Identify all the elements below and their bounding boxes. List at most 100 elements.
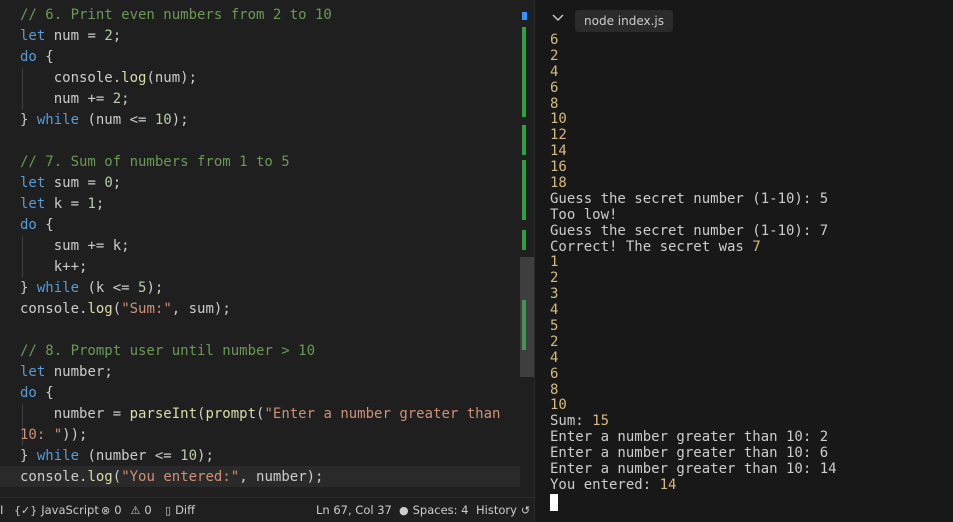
- chevron-down-icon[interactable]: [550, 12, 566, 24]
- code-token: ;: [112, 175, 122, 191]
- code-token: (num);: [146, 70, 198, 86]
- code-token: sum: [45, 175, 88, 191]
- code-token: do: [20, 385, 37, 401]
- code-lines[interactable]: // 6. Print even numbers from 2 to 10 let…: [20, 5, 500, 488]
- status-indentation[interactable]: ● Spaces: 4: [399, 498, 469, 522]
- terminal-line[interactable]: 8: [550, 95, 837, 113]
- status-cursor-position[interactable]: Ln 67, Col 37: [316, 498, 392, 522]
- code-token: }: [20, 280, 37, 296]
- terminal-line[interactable]: 18: [550, 175, 837, 192]
- code-token: prompt: [205, 406, 257, 422]
- code-line[interactable]: sum += k;: [20, 236, 500, 257]
- terminal-line[interactable]: 8: [550, 382, 837, 399]
- terminal-line[interactable]: Enter a number greater than 10: 14: [550, 461, 837, 478]
- code-token: "Enter a number greater than: [264, 406, 501, 422]
- code-token: 4: [550, 349, 559, 366]
- terminal-line[interactable]: 2: [550, 48, 837, 65]
- terminal-line[interactable]: 14: [550, 143, 837, 160]
- terminal-line[interactable]: 4: [550, 64, 837, 81]
- terminal-cursor: [550, 493, 558, 511]
- code-line[interactable]: do {: [20, 47, 500, 68]
- code-token: You entered:: [550, 476, 660, 493]
- terminal-line[interactable]: Sum: 15: [550, 413, 837, 430]
- code-token: 10: [154, 112, 172, 128]
- code-line[interactable]: let num = 2;: [20, 26, 500, 47]
- code-line[interactable]: do {: [20, 383, 500, 404]
- terminal-line[interactable]: 3: [550, 286, 837, 303]
- code-token: 6: [550, 32, 559, 48]
- code-line[interactable]: } while (k <= 5);: [20, 278, 500, 299]
- status-history[interactable]: History ↺: [476, 498, 530, 522]
- code-token: 4: [550, 302, 559, 319]
- terminal-line[interactable]: 4: [550, 349, 837, 367]
- terminal-line[interactable]: 16: [550, 159, 837, 176]
- code-line[interactable]: console.log("You entered:", number);: [20, 467, 500, 488]
- code-token: do: [20, 49, 37, 65]
- code-token: // 7. Sum of numbers from 1 to 5: [20, 154, 290, 170]
- code-line[interactable]: number = parseInt(prompt("Enter a number…: [20, 404, 501, 425]
- terminal-line[interactable]: 6: [550, 366, 837, 383]
- code-token: (number <=: [79, 448, 181, 464]
- code-token: (: [112, 469, 122, 485]
- code-token: }: [20, 448, 37, 464]
- terminal-output[interactable]: 6 2 4 6 8 10 12 14 16 18 Guess the secret number (…: [550, 32, 837, 514]
- terminal-line[interactable]: 12: [550, 127, 837, 144]
- code-line[interactable]: [20, 320, 500, 341]
- code-token: 14: [550, 143, 567, 160]
- status-language[interactable]: {✓} JavaScript: [14, 498, 99, 522]
- terminal-line[interactable]: 5: [550, 318, 837, 335]
- terminal-line[interactable]: Correct! The secret was 7: [550, 239, 837, 256]
- terminal-line[interactable]: Enter a number greater than 10: 2: [550, 429, 837, 446]
- terminal-line[interactable]: 1: [550, 255, 837, 271]
- code-token: ;: [104, 364, 113, 380]
- code-line[interactable]: 10: "));: [20, 425, 500, 446]
- terminal-line[interactable]: 6: [550, 32, 837, 49]
- code-editor[interactable]: // 6. Print even numbers from 2 to 10 let…: [0, 0, 534, 497]
- code-token: 2: [550, 333, 559, 350]
- code-token: number: [45, 364, 105, 380]
- terminal-line[interactable]: 4: [550, 302, 837, 319]
- code-token: =: [87, 175, 105, 191]
- editor-scrollbar[interactable]: [520, 0, 534, 497]
- code-line[interactable]: let number;: [20, 362, 500, 383]
- code-token: , sum);: [171, 301, 231, 317]
- terminal-line[interactable]: 2: [550, 270, 837, 287]
- code-line[interactable]: // 6. Print even numbers from 2 to 10: [20, 5, 500, 26]
- code-token: 10: ": [20, 427, 63, 443]
- terminal-line[interactable]: 2: [550, 333, 837, 351]
- status-problems[interactable]: ⊗ 0 ⚠ 0: [101, 498, 152, 522]
- code-line[interactable]: } while (number <= 10);: [20, 446, 500, 467]
- code-line[interactable]: // 8. Prompt user until number > 10: [20, 341, 500, 362]
- code-token: ));: [62, 427, 88, 443]
- code-token: );: [171, 112, 189, 128]
- terminal-line[interactable]: 10: [550, 398, 837, 414]
- code-line[interactable]: // 7. Sum of numbers from 1 to 5: [20, 152, 500, 173]
- code-line[interactable]: [20, 131, 500, 152]
- terminal-tab[interactable]: node index.js: [575, 10, 673, 32]
- code-line[interactable]: let sum = 0;: [20, 173, 500, 194]
- code-line[interactable]: } while (num <= 10);: [20, 110, 500, 131]
- scrollbar-thumb[interactable]: [520, 257, 534, 377]
- code-token: 8: [550, 95, 559, 112]
- status-diff[interactable]: ▯ Diff: [165, 498, 195, 522]
- terminal-line[interactable]: 6: [550, 80, 837, 97]
- code-line[interactable]: k++;: [20, 257, 500, 278]
- terminal-line[interactable]: You entered: 14: [550, 476, 837, 494]
- code-line[interactable]: do {: [20, 215, 500, 236]
- terminal-line[interactable]: 10: [550, 112, 837, 128]
- code-line[interactable]: num += 2;: [20, 89, 500, 110]
- code-line[interactable]: console.log(num);: [20, 68, 500, 89]
- terminal-line[interactable]: Too low!: [550, 207, 837, 224]
- code-line[interactable]: console.log("Sum:", sum);: [20, 299, 500, 320]
- code-token: console: [20, 70, 113, 86]
- code-token: ++;: [62, 259, 88, 275]
- terminal-line[interactable]: Enter a number greater than 10: 6: [550, 445, 837, 462]
- terminal-panel[interactable]: node index.js 6 2 4 6 8 10 12 14 16 18 Guess the s…: [534, 0, 953, 522]
- code-token: 5: [550, 318, 559, 335]
- terminal-prompt-line[interactable]: [550, 493, 837, 514]
- code-line[interactable]: let k = 1;: [20, 194, 500, 215]
- terminal-line[interactable]: Guess the secret number (1-10): 5: [550, 191, 837, 208]
- code-token: number: [20, 406, 113, 422]
- code-token: );: [146, 280, 164, 296]
- terminal-line[interactable]: Guess the secret number (1-10): 7: [550, 223, 837, 240]
